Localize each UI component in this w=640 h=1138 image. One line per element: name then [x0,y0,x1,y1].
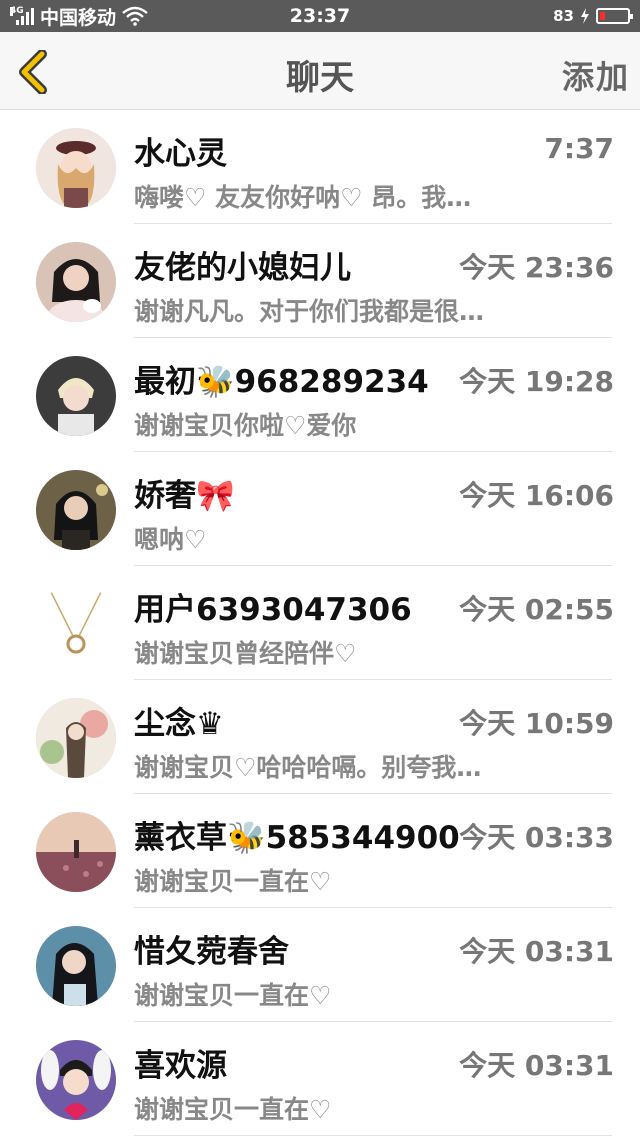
battery-icon [596,8,633,24]
chat-list-item[interactable]: 惜夂菀春舍 今天 03:31 谢谢宝贝一直在♡ [0,908,640,1022]
avatar-image [36,812,116,892]
chat-preview: 谢谢宝贝♡哈哈哈嗝。别夸我… [134,753,482,782]
chat-list-item[interactable]: 水心灵 7:37 嗨喽♡ 友友你好呐♡ 昂。我… [0,110,640,224]
chat-list-item[interactable]: 用户6393047306 今天 02:55 谢谢宝贝曾经陪伴♡ [0,566,640,680]
chat-name: 惜夂菀春舍 [134,934,289,970]
avatar [36,812,116,892]
battery-level [600,12,605,20]
chat-name: 喜欢源 [134,1048,227,1084]
chat-time: 今天 02:55 [459,593,614,626]
chat-list-item[interactable]: 最初🐝968289234 今天 19:28 谢谢宝贝你啦♡爱你 [0,338,640,452]
avatar-image [36,926,116,1006]
charging-icon [581,8,589,24]
avatar-image [36,470,116,550]
network-speed: 83 [553,7,574,25]
chat-time: 今天 19:28 [459,365,614,398]
avatar-image [36,1040,116,1120]
chat-preview: 嗨喽♡ 友友你好呐♡ 昂。我… [134,183,472,212]
page-title: 聊天 [286,58,354,98]
status-time: 23:37 [289,5,351,27]
chat-time: 今天 16:06 [459,479,614,512]
chat-preview: 嗯呐♡ [134,525,207,554]
chat-preview: 谢谢凡凡。对于你们我都是很… [134,297,485,326]
wifi-icon [122,6,148,26]
avatar-image [36,584,116,664]
chat-name: 友佬的小媳妇儿 [134,250,351,286]
chat-name: 水心灵 [134,136,227,172]
chat-name: 娇奢🎀 [134,478,235,514]
avatar [36,470,116,550]
avatar-image [36,698,116,778]
avatar [36,356,116,436]
network-type: 4G [10,6,24,16]
chat-time: 今天 10:59 [459,707,614,740]
chat-list-item[interactable]: 娇奢🎀 今天 16:06 嗯呐♡ [0,452,640,566]
header: 聊天 添加 [0,32,640,110]
chat-list-item[interactable]: 薰衣草🐝585344900 今天 03:33 谢谢宝贝一直在♡ [0,794,640,908]
chat-time: 今天 03:33 [459,821,614,854]
avatar-image [36,128,116,208]
chat-time: 7:37 [544,132,614,165]
chat-list-item[interactable]: 友佬的小媳妇儿 今天 23:36 谢谢凡凡。对于你们我都是很… [0,224,640,338]
chat-time: 今天 03:31 [459,1049,614,1082]
status-left: 4G 中国移动 [10,3,148,30]
avatar [36,698,116,778]
carrier-name: 中国移动 [40,6,117,29]
add-button[interactable]: 添加 [562,52,630,98]
chat-name: 薰衣草🐝585344900 [134,820,460,856]
avatar [36,926,116,1006]
chat-preview: 谢谢宝贝一直在♡ [134,867,332,896]
avatar [36,128,116,208]
chat-time: 今天 23:36 [459,251,614,284]
chat-list-item[interactable]: 尘念♛ 今天 10:59 谢谢宝贝♡哈哈哈嗝。别夸我… [0,680,640,794]
chat-preview: 谢谢宝贝你啦♡爱你 [134,411,357,440]
back-arrow-icon [19,49,47,95]
chat-list-item[interactable]: 喜欢源 今天 03:31 谢谢宝贝一直在♡ [0,1022,640,1136]
chat-preview: 谢谢宝贝一直在♡ [134,1095,332,1124]
avatar [36,242,116,322]
chat-name: 用户6393047306 [134,592,412,628]
avatar [36,584,116,664]
status-right: 83 [553,7,633,25]
signal-icon: 4G [10,7,34,25]
chat-list: 水心灵 7:37 嗨喽♡ 友友你好呐♡ 昂。我… 友佬的小媳妇儿 今天 23:3… [0,110,640,1136]
avatar-image [36,242,116,322]
avatar [36,1040,116,1120]
avatar-image [36,356,116,436]
chat-time: 今天 03:31 [459,935,614,968]
chat-name: 尘念♛ [134,706,224,742]
chat-preview: 谢谢宝贝曾经陪伴♡ [134,639,357,668]
status-bar: 4G 中国移动 23:37 83 [0,0,640,32]
chat-name: 最初🐝968289234 [134,364,429,400]
chat-preview: 谢谢宝贝一直在♡ [134,981,332,1010]
back-button[interactable] [14,49,54,95]
